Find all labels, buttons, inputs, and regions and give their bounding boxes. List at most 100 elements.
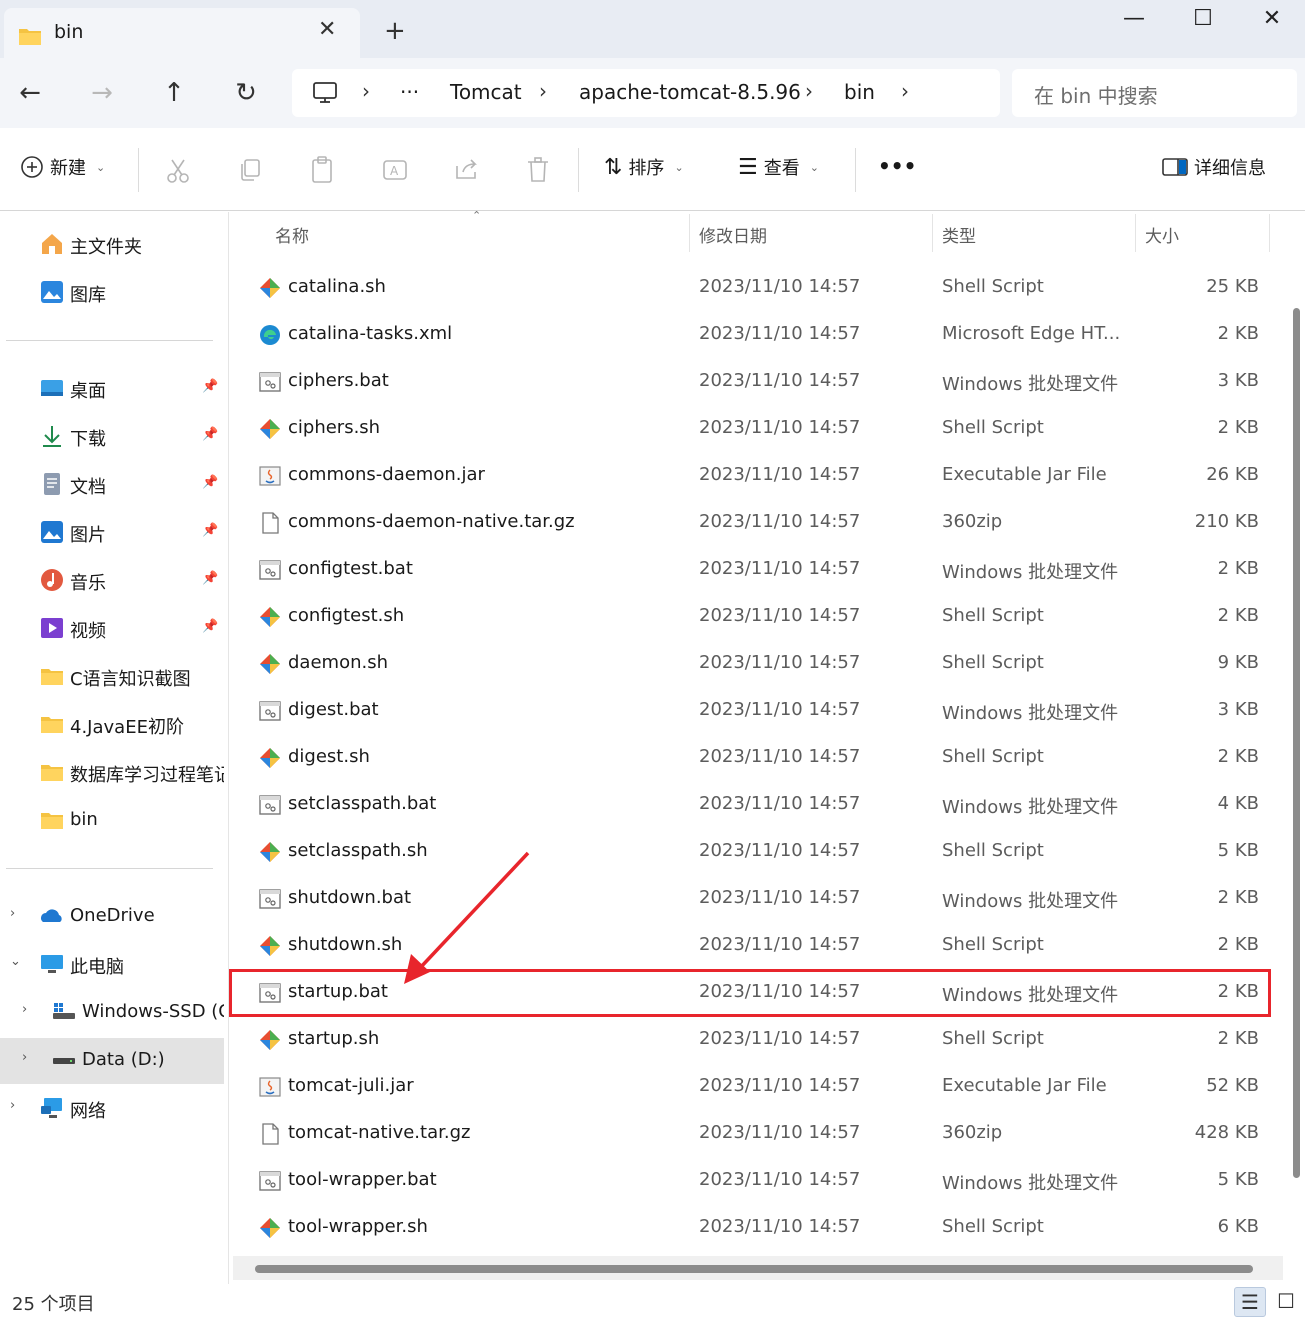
address-bar[interactable]: › ··· Tomcat › apache-tomcat-8.5.96 › bi…: [292, 69, 1000, 117]
pictures-icon: [41, 521, 63, 543]
rename-icon[interactable]: A: [382, 157, 408, 183]
file-row-digest-bat[interactable]: digest.bat 2023/11/10 14:57 Windows 批处理文件 3…: [229, 687, 1269, 734]
file-row-ciphers-sh[interactable]: ciphers.sh 2023/11/10 14:57 Shell Script 2 …: [229, 405, 1269, 452]
breadcrumb-separator[interactable]: ›: [901, 79, 909, 103]
file-row-configtest-bat[interactable]: configtest.bat 2023/11/10 14:57 Windows 批处…: [229, 546, 1269, 593]
file-row-commons-daemon-jar[interactable]: commons-daemon.jar 2023/11/10 14:57 Execut…: [229, 452, 1269, 499]
file-row-configtest-sh[interactable]: configtest.sh 2023/11/10 14:57 Shell Scrip…: [229, 593, 1269, 640]
file-row-shutdown-bat[interactable]: shutdown.bat 2023/11/10 14:57 Windows 批处理文…: [229, 875, 1269, 922]
breadcrumb-overflow[interactable]: ···: [400, 80, 419, 104]
sidebar-item-javaee[interactable]: 4.JavaEE初阶: [0, 702, 224, 748]
sidebar-item-music[interactable]: 音乐 📌: [0, 558, 224, 604]
large-icons-view-icon[interactable]: ☐: [1270, 1287, 1302, 1317]
sidebar-item-drive-d[interactable]: › Data (D:): [0, 1038, 224, 1084]
file-row-commons-daemon-native-tar-gz[interactable]: commons-daemon-native.tar.gz 2023/11/10 1…: [229, 499, 1269, 546]
horizontal-scrollbar[interactable]: [255, 1265, 1253, 1273]
batch-file-icon: [259, 1170, 281, 1192]
close-window-button[interactable]: ✕: [1250, 6, 1294, 36]
sidebar-item-c-screenshots[interactable]: C语言知识截图: [0, 654, 224, 700]
sidebar-item-drive-c[interactable]: › Windows-SSD (C:): [0, 990, 224, 1036]
file-row-tomcat-juli-jar[interactable]: tomcat-juli.jar 2023/11/10 14:57 Executabl…: [229, 1063, 1269, 1110]
file-row-tool-wrapper-sh[interactable]: tool-wrapper.sh 2023/11/10 14:57 Shell Scr…: [229, 1204, 1269, 1251]
sidebar-item-desktop[interactable]: 桌面 📌: [0, 366, 224, 412]
breadcrumb-separator[interactable]: ›: [539, 79, 547, 103]
share-icon[interactable]: [454, 158, 480, 182]
cut-icon[interactable]: [166, 158, 190, 184]
sidebar-item-onedrive[interactable]: › OneDrive: [0, 894, 224, 940]
delete-icon[interactable]: [527, 157, 549, 183]
pin-icon[interactable]: 📌: [202, 475, 218, 490]
view-button[interactable]: ☰ 查看 ⌄: [738, 154, 819, 180]
new-button[interactable]: 新建 ⌄: [20, 154, 105, 180]
batch-file-icon: [259, 888, 281, 910]
file-row-tomcat-native-tar-gz[interactable]: tomcat-native.tar.gz 2023/11/10 14:57 360z…: [229, 1110, 1269, 1157]
git-script-icon: [259, 606, 281, 628]
pin-icon[interactable]: 📌: [202, 523, 218, 538]
chevron-right-icon[interactable]: ›: [22, 1050, 27, 1065]
maximize-button[interactable]: ☐: [1181, 6, 1225, 36]
pin-icon[interactable]: 📌: [202, 379, 218, 394]
file-row-digest-sh[interactable]: digest.sh 2023/11/10 14:57 Shell Script 2 K…: [229, 734, 1269, 781]
vertical-scrollbar[interactable]: [1293, 308, 1300, 1178]
pin-icon[interactable]: 📌: [202, 619, 218, 634]
sidebar-item-pictures[interactable]: 图片 📌: [0, 510, 224, 556]
file-row-setclasspath-sh[interactable]: setclasspath.sh 2023/11/10 14:57 Shell Scr…: [229, 828, 1269, 875]
column-header-name[interactable]: 名称: [275, 222, 309, 247]
column-header-type[interactable]: 类型: [942, 222, 976, 247]
file-row-daemon-sh[interactable]: daemon.sh 2023/11/10 14:57 Shell Script 9 K…: [229, 640, 1269, 687]
forward-button[interactable]: →: [84, 76, 120, 112]
sidebar-item-gallery[interactable]: 图库: [0, 270, 224, 316]
sidebar-item-videos[interactable]: 视频 📌: [0, 606, 224, 652]
file-row-shutdown-sh[interactable]: shutdown.sh 2023/11/10 14:57 Shell Script 2…: [229, 922, 1269, 969]
pin-icon[interactable]: 📌: [202, 427, 218, 442]
breadcrumb-bin[interactable]: bin: [844, 80, 875, 104]
chevron-right-icon[interactable]: ›: [10, 1098, 15, 1113]
up-button[interactable]: ↑: [156, 76, 192, 112]
sidebar-item-network[interactable]: › 网络: [0, 1086, 224, 1132]
file-row-tool-wrapper-bat[interactable]: tool-wrapper.bat 2023/11/10 14:57 Windows …: [229, 1157, 1269, 1204]
column-divider[interactable]: [932, 214, 933, 252]
new-tab-button[interactable]: +: [384, 16, 406, 46]
details-view-icon[interactable]: ☰: [1234, 1287, 1266, 1317]
details-pane-button[interactable]: 详细信息: [1162, 154, 1266, 180]
sidebar-item-this-pc[interactable]: ⌄ 此电脑: [0, 942, 224, 988]
computer-icon[interactable]: [312, 81, 338, 105]
breadcrumb-apache-tomcat[interactable]: apache-tomcat-8.5.96: [579, 80, 801, 104]
breadcrumb-tomcat[interactable]: Tomcat: [450, 80, 522, 104]
refresh-button[interactable]: ↻: [228, 76, 264, 112]
navigation-bar: ← → ↑ ↻ › ··· Tomcat › apache-tomcat-8.5…: [0, 58, 1305, 128]
column-header-size[interactable]: 大小: [1145, 222, 1179, 247]
batch-file-icon: [259, 700, 281, 722]
paste-icon[interactable]: [310, 156, 334, 184]
pin-icon[interactable]: 📌: [202, 571, 218, 586]
file-row-startup-sh[interactable]: startup.sh 2023/11/10 14:57 Shell Script 2 …: [229, 1016, 1269, 1063]
breadcrumb-separator[interactable]: ›: [362, 79, 370, 103]
sidebar-item-downloads[interactable]: 下载 📌: [0, 414, 224, 460]
file-row-catalina-tasks-xml[interactable]: catalina-tasks.xml 2023/11/10 14:57 Micros…: [229, 311, 1269, 358]
sidebar-item-bin[interactable]: bin: [0, 798, 224, 844]
chevron-right-icon[interactable]: ›: [10, 906, 15, 921]
tab-close-icon[interactable]: ✕: [318, 17, 336, 42]
file-row-ciphers-bat[interactable]: ciphers.bat 2023/11/10 14:57 Windows 批处理文件…: [229, 358, 1269, 405]
breadcrumb-separator[interactable]: ›: [805, 79, 813, 103]
sort-button[interactable]: ⇅ 排序 ⌄: [604, 154, 684, 180]
file-type: Shell Script: [942, 746, 1044, 767]
back-button[interactable]: ←: [12, 76, 48, 112]
column-divider[interactable]: [1135, 214, 1136, 252]
sidebar-item-home[interactable]: 主文件夹: [0, 222, 224, 268]
column-header-date[interactable]: 修改日期: [699, 222, 767, 247]
file-date: 2023/11/10 14:57: [699, 793, 861, 814]
search-input[interactable]: 在 bin 中搜索: [1012, 69, 1297, 117]
minimize-button[interactable]: —: [1112, 6, 1156, 36]
chevron-right-icon[interactable]: ›: [22, 1002, 27, 1017]
sidebar-item-db-notes[interactable]: 数据库学习过程笔记: [0, 750, 224, 796]
chevron-down-icon[interactable]: ⌄: [10, 954, 21, 969]
copy-icon[interactable]: [238, 158, 262, 182]
sidebar-item-documents[interactable]: 文档 📌: [0, 462, 224, 508]
column-divider[interactable]: [1269, 214, 1270, 252]
file-row-catalina-sh[interactable]: catalina.sh 2023/11/10 14:57 Shell Script 2…: [229, 264, 1269, 311]
column-divider[interactable]: [689, 214, 690, 252]
tab-bin[interactable]: bin ✕: [4, 8, 360, 60]
file-row-setclasspath-bat[interactable]: setclasspath.bat 2023/11/10 14:57 Windows …: [229, 781, 1269, 828]
more-options-button[interactable]: •••: [878, 154, 916, 178]
